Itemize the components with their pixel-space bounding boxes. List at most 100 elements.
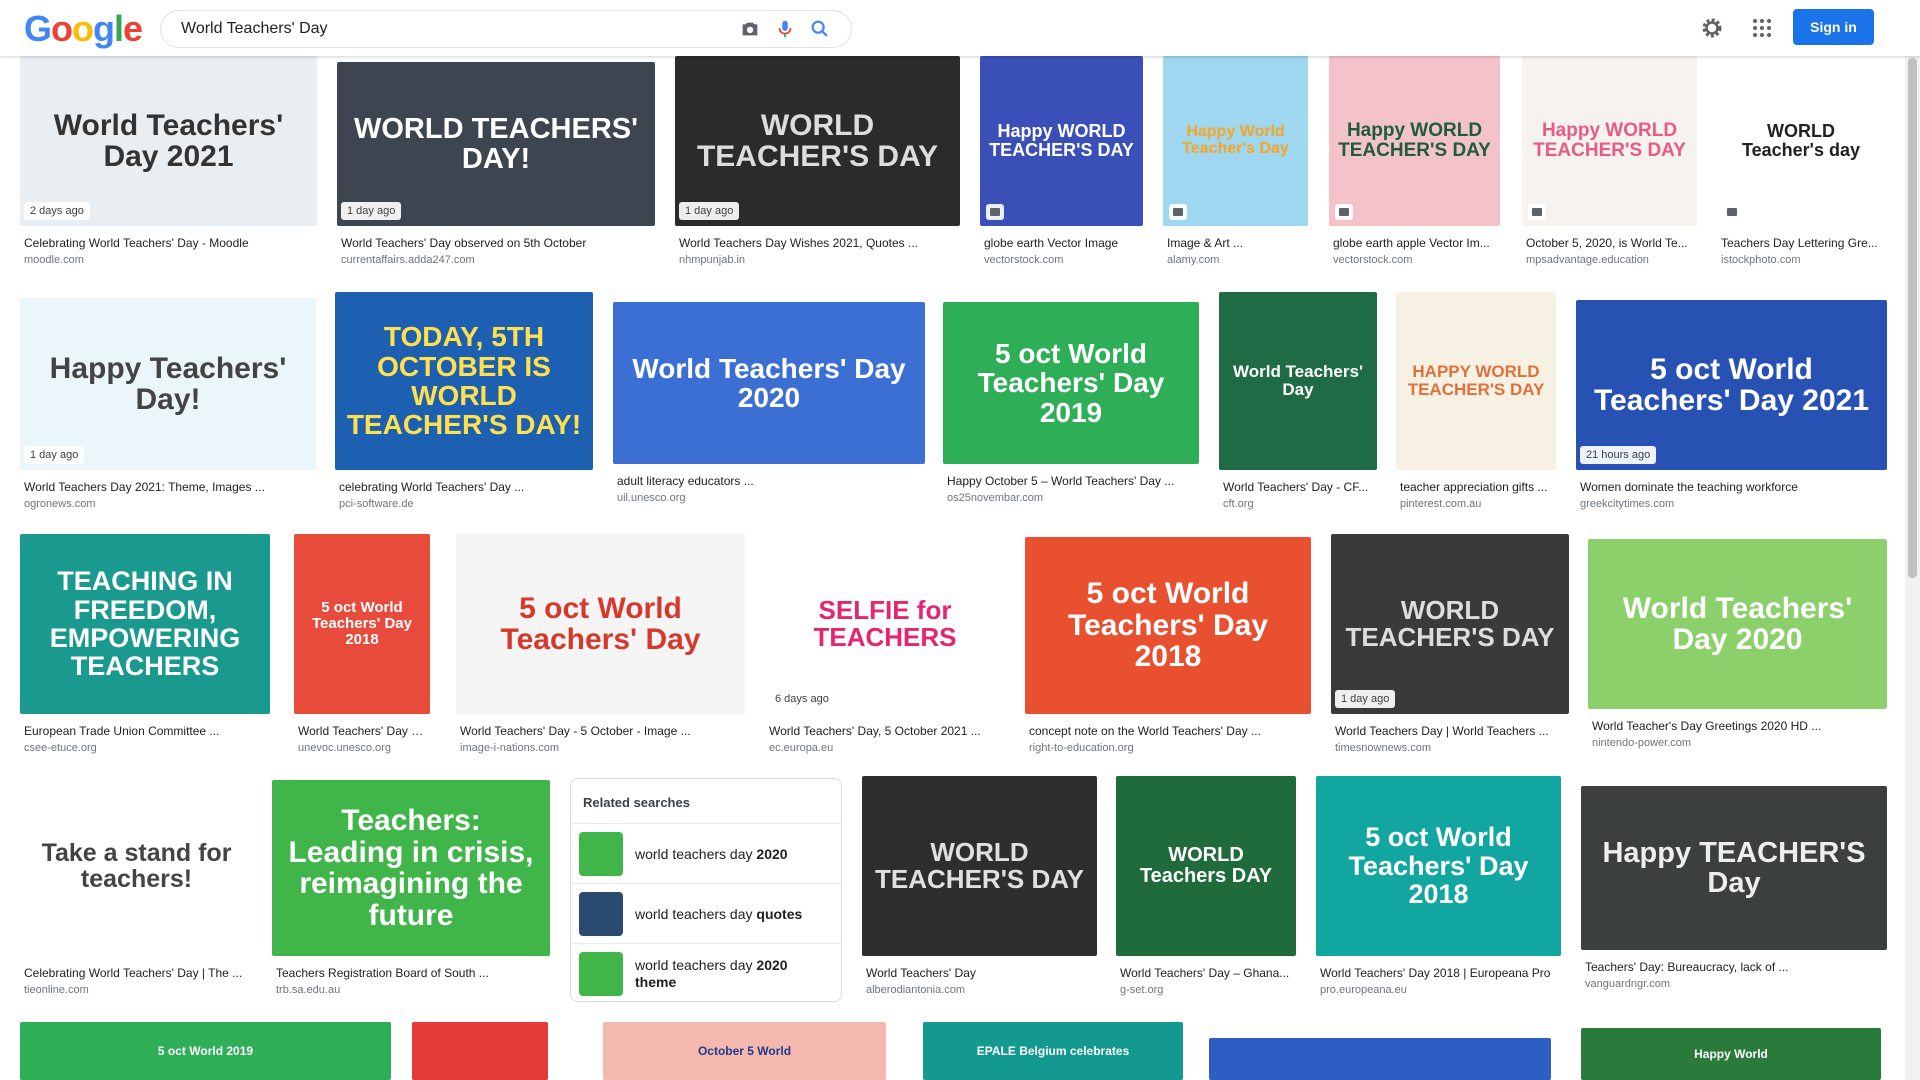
result-source[interactable]: unevoc.unesco.org [298, 742, 426, 754]
result-source[interactable]: nintendo-power.com [1592, 737, 1883, 749]
result-source[interactable]: alberodiantonia.com [866, 984, 1093, 996]
image-thumbnail[interactable]: Teachers: Leading in crisis, reimagining… [272, 780, 550, 956]
result-title[interactable]: adult literacy educators ... [617, 474, 921, 488]
search-box[interactable] [160, 10, 852, 48]
image-thumbnail[interactable]: Happy TEACHER'S Day [1581, 786, 1887, 950]
image-thumbnail[interactable]: World Teachers' Day 2021 2 days ago [20, 56, 317, 226]
apps-grid-icon[interactable] [1750, 16, 1774, 40]
result-source[interactable]: right-to-education.org [1029, 742, 1307, 754]
camera-icon[interactable] [739, 18, 761, 40]
result-source[interactable]: trb.sa.edu.au [276, 984, 546, 996]
result-title[interactable]: celebrating World Teachers' Day ... [339, 480, 589, 494]
result-title[interactable]: concept note on the World Teachers' Day … [1029, 724, 1307, 738]
result-title[interactable]: Teachers' Day: Bureaucracy, lack of ... [1585, 960, 1883, 974]
result-title[interactable]: Celebrating World Teachers' Day - Moodle [24, 236, 313, 250]
result-title[interactable]: World Teachers' Day [866, 966, 1093, 980]
result-source[interactable]: istockphoto.com [1721, 254, 1881, 266]
result-title[interactable]: World Teachers' Day - CF... [1223, 480, 1373, 494]
related-search-item[interactable]: world teachers day 2020 [571, 823, 841, 884]
image-thumbnail[interactable] [1209, 1038, 1551, 1080]
result-title[interactable]: European Trade Union Committee ... [24, 724, 266, 738]
result-title[interactable]: World Teachers Day Wishes 2021, Quotes .… [679, 236, 956, 250]
image-thumbnail[interactable]: 5 oct World Teachers' Day 2018 [1025, 537, 1311, 714]
sign-in-button[interactable]: Sign in [1793, 9, 1874, 45]
image-thumbnail[interactable]: World Teachers' Day 2020 [613, 302, 925, 464]
gear-icon[interactable] [1700, 16, 1724, 40]
search-icon[interactable] [809, 18, 831, 40]
image-thumbnail[interactable]: 5 oct World Teachers' Day 2021 21 hours a… [1576, 300, 1887, 470]
scrollbar-thumb[interactable] [1908, 58, 1917, 578]
image-thumbnail[interactable] [412, 1022, 548, 1080]
result-title[interactable]: October 5, 2020, is World Te... [1526, 236, 1693, 250]
image-thumbnail[interactable]: TODAY, 5TH OCTOBER IS WORLD TEACHER'S DA… [335, 292, 593, 470]
result-source[interactable]: vanguardngr.com [1585, 978, 1883, 990]
image-thumbnail[interactable]: 5 oct World 2019 [20, 1022, 391, 1080]
result-title[interactable]: Happy October 5 – World Teachers' Day ..… [947, 474, 1195, 488]
result-title[interactable]: World Teachers' Day – Ghana... [1120, 966, 1292, 980]
result-source[interactable]: pinterest.com.au [1400, 498, 1552, 510]
result-title[interactable]: World Teachers Day | World Teachers ... [1335, 724, 1565, 738]
related-search-item[interactable]: world teachers day quotes [571, 883, 841, 944]
image-thumbnail[interactable]: WORLD TEACHER'S DAY [862, 776, 1097, 956]
image-thumbnail[interactable]: 5 oct World Teachers' Day [456, 534, 745, 714]
result-source[interactable]: tieonline.com [24, 984, 249, 996]
result-source[interactable]: currentaffairs.adda247.com [341, 254, 651, 266]
result-source[interactable]: pro.europeana.eu [1320, 984, 1557, 996]
image-thumbnail[interactable]: HAPPY WORLD TEACHER'S DAY [1396, 292, 1556, 470]
image-thumbnail[interactable]: Happy Teachers' Day! 1 day ago [20, 298, 316, 470]
image-thumbnail[interactable]: Happy WORLD TEACHER'S DAY [980, 56, 1143, 226]
image-thumbnail[interactable]: WORLD TEACHERS' DAY! 1 day ago [337, 62, 655, 226]
result-source[interactable]: g-set.org [1120, 984, 1292, 996]
result-source[interactable]: alamy.com [1167, 254, 1304, 266]
result-source[interactable]: mpsadvantage.education [1526, 254, 1693, 266]
result-source[interactable]: vectorstock.com [984, 254, 1139, 266]
result-title[interactable]: World Teachers' Day - 5 October - Image … [460, 724, 741, 738]
result-title[interactable]: World Teachers' Day observed on 5th Octo… [341, 236, 651, 250]
result-title[interactable]: World Teacher's Day Greetings 2020 HD ..… [1592, 719, 1883, 733]
result-source[interactable]: cft.org [1223, 498, 1373, 510]
result-source[interactable]: ogronews.com [24, 498, 312, 510]
image-thumbnail[interactable]: Happy World Teacher's Day [1163, 56, 1308, 226]
result-source[interactable]: os25novembar.com [947, 492, 1195, 504]
google-logo[interactable]: Google [24, 8, 143, 50]
result-title[interactable]: World Teachers' Day, 5 October 2021 ... [769, 724, 1001, 738]
image-thumbnail[interactable]: Happy WORLD TEACHER'S DAY [1329, 56, 1500, 226]
result-title[interactable]: teacher appreciation gifts ... [1400, 480, 1552, 494]
search-input[interactable] [181, 11, 701, 47]
related-search-item[interactable]: world teachers day 2020 theme [571, 943, 841, 1004]
image-thumbnail[interactable]: Happy World [1581, 1028, 1881, 1080]
result-title[interactable]: Teachers Day Lettering Gre... [1721, 236, 1881, 250]
image-thumbnail[interactable]: Happy WORLD TEACHER'S DAY [1522, 56, 1697, 226]
image-thumbnail[interactable]: WORLD Teachers DAY [1116, 776, 1296, 956]
result-source[interactable]: image-i-nations.com [460, 742, 741, 754]
result-source[interactable]: timesnownews.com [1335, 742, 1565, 754]
result-source[interactable]: vectorstock.com [1333, 254, 1496, 266]
result-source[interactable]: pci-software.de [339, 498, 589, 510]
result-source[interactable]: csee-etuce.org [24, 742, 266, 754]
image-thumbnail[interactable]: Take a stand for teachers! [20, 776, 253, 956]
image-thumbnail[interactable]: 5 oct World Teachers' Day 2019 [943, 302, 1199, 464]
result-title[interactable]: globe earth Vector Image [984, 236, 1139, 250]
result-source[interactable]: moodle.com [24, 254, 313, 266]
result-title[interactable]: Image & Art ... [1167, 236, 1304, 250]
image-thumbnail[interactable]: October 5 World [603, 1022, 886, 1080]
image-thumbnail[interactable]: 5 oct World Teachers' Day 2018 [1316, 776, 1561, 956]
result-title[interactable]: Celebrating World Teachers' Day | The ..… [24, 966, 249, 980]
result-title[interactable]: World Teachers Day 2021: Theme, Images .… [24, 480, 312, 494]
result-title[interactable]: World Teachers' Day 2018 | Europeana Pro [1320, 966, 1557, 980]
image-thumbnail[interactable]: TEACHING IN FREEDOM, EMPOWERING TEACHERS [20, 534, 270, 714]
image-thumbnail[interactable]: SELFIE for TEACHERS 6 days ago [765, 534, 1005, 714]
image-thumbnail[interactable]: World Teachers' Day [1219, 292, 1377, 470]
result-title[interactable]: globe earth apple Vector Im... [1333, 236, 1496, 250]
image-thumbnail[interactable]: 5 oct World Teachers' Day 2018 [294, 534, 430, 714]
microphone-icon[interactable] [774, 18, 796, 40]
result-source[interactable]: greekcitytimes.com [1580, 498, 1883, 510]
image-thumbnail[interactable]: WORLD TEACHER'S DAY 1 day ago [675, 56, 960, 226]
result-source[interactable]: ec.europa.eu [769, 742, 1001, 754]
result-title[interactable]: World Teachers' Day 20... [298, 724, 426, 738]
result-source[interactable]: nhmpunjab.in [679, 254, 956, 266]
image-thumbnail[interactable]: WORLD TEACHER'S DAY 1 day ago [1331, 534, 1569, 714]
result-title[interactable]: Teachers Registration Board of South ... [276, 966, 546, 980]
image-thumbnail[interactable]: WORLD Teacher's day [1717, 56, 1885, 226]
result-source[interactable]: uil.unesco.org [617, 492, 921, 504]
